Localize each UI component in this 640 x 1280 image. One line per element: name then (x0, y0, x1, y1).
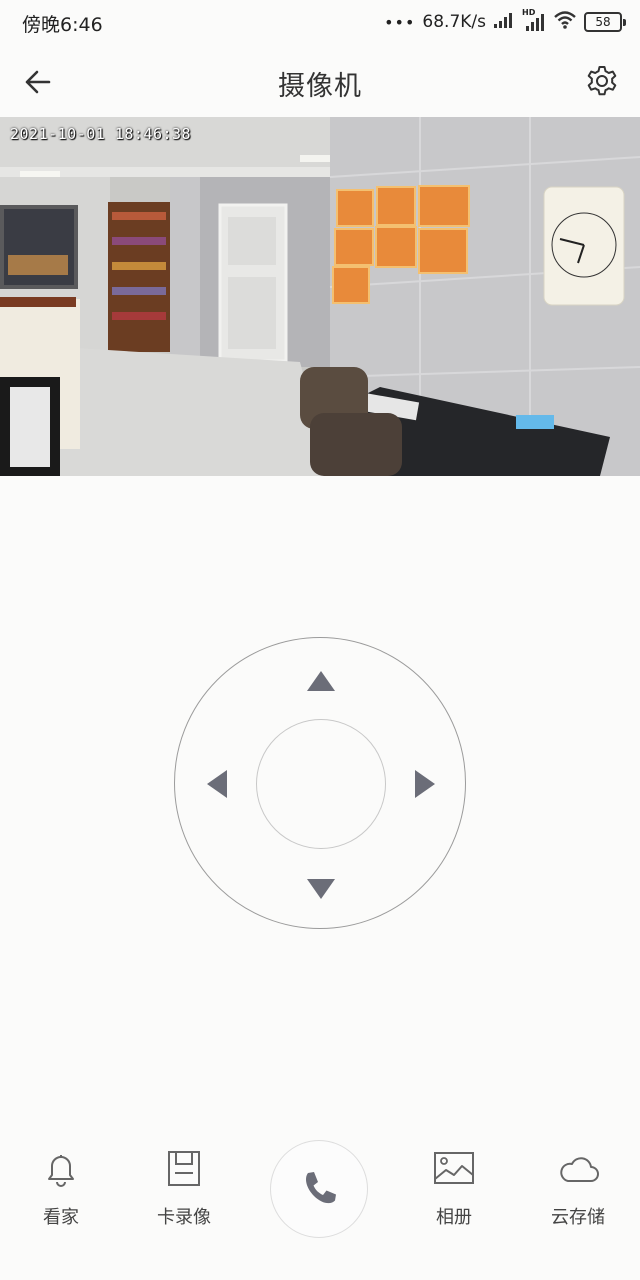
cloud-icon (560, 1157, 599, 1182)
more-dots-icon: ••• (384, 12, 416, 32)
nav-label-cloud-storage: 云存储 (551, 1207, 605, 1228)
triangle-left-icon (207, 770, 227, 798)
ptz-down-button[interactable] (303, 871, 339, 907)
call-button[interactable] (270, 1140, 368, 1238)
camera-scene-image (0, 117, 640, 476)
battery-icon: 58 (584, 12, 626, 32)
nav-item-home-guard[interactable]: 看家 (11, 1147, 111, 1229)
gear-icon (587, 66, 617, 96)
network-speed: 68.7K/s (422, 12, 486, 32)
nav-label-home-guard: 看家 (43, 1207, 79, 1228)
camera-video-view[interactable]: 2021-10-01 18:46:38 (0, 117, 640, 476)
ptz-up-button[interactable] (303, 663, 339, 699)
ptz-right-button[interactable] (407, 766, 443, 802)
header-bar: 摄像机 (0, 50, 640, 114)
nav-label-album: 相册 (436, 1207, 472, 1228)
page-title: 摄像机 (278, 71, 362, 102)
video-timestamp: 2021-10-01 18:46:38 (10, 125, 192, 143)
phone-icon (306, 1172, 336, 1204)
status-bar: 傍晚6:46 ••• 68.7K/s HD 58 (0, 0, 640, 46)
signal-icon (493, 11, 515, 34)
nav-item-cloud-storage[interactable]: 云存储 (528, 1147, 628, 1229)
ptz-left-button[interactable] (199, 766, 235, 802)
settings-button[interactable] (580, 60, 624, 104)
image-icon (434, 1152, 474, 1184)
ptz-control[interactable] (174, 637, 466, 929)
nav-item-card-recording[interactable]: 卡录像 (134, 1147, 234, 1229)
bottom-toolbar: 看家 卡录像 相册 云存储 (0, 1135, 640, 1245)
status-icons: ••• 68.7K/s HD 58 (384, 8, 626, 35)
nav-item-album[interactable]: 相册 (404, 1147, 504, 1229)
triangle-down-icon (307, 879, 335, 899)
hd-signal-icon: HD (522, 8, 546, 32)
sd-card-icon (168, 1151, 200, 1186)
ptz-center-button[interactable] (256, 719, 386, 849)
bell-icon (48, 1155, 74, 1187)
triangle-right-icon (415, 770, 435, 798)
status-time: 傍晚6:46 (22, 14, 103, 36)
wifi-icon (553, 10, 577, 35)
nav-label-card-recording: 卡录像 (157, 1207, 211, 1228)
triangle-up-icon (307, 671, 335, 691)
